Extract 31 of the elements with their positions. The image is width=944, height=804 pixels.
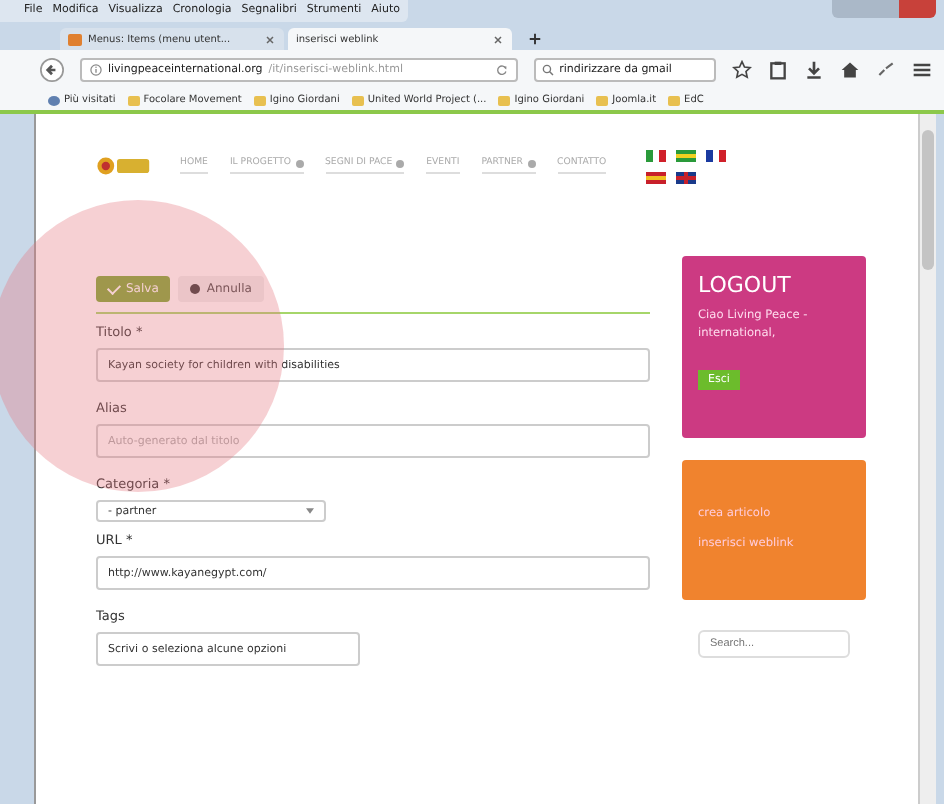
- flag-icon[interactable]: [646, 171, 667, 183]
- panel-title: LOGOUT: [698, 272, 793, 298]
- caret-icon: [306, 508, 314, 514]
- folder-icon: [668, 95, 681, 105]
- folder-icon: [596, 95, 609, 105]
- home-icon[interactable]: [840, 60, 860, 80]
- reload-icon[interactable]: [495, 64, 508, 76]
- star-icon[interactable]: [732, 60, 752, 80]
- flag-icon[interactable]: [706, 149, 727, 161]
- flag-icon[interactable]: [646, 149, 667, 161]
- dropdown-icon: [295, 159, 303, 167]
- logo-icon[interactable]: [96, 154, 152, 178]
- cancel-icon: [190, 284, 201, 294]
- back-icon[interactable]: [40, 58, 64, 82]
- dropdown-icon: [396, 159, 405, 167]
- menu-icon[interactable]: [912, 60, 932, 80]
- clipboard-icon[interactable]: [768, 60, 788, 80]
- close-icon[interactable]: [264, 33, 276, 45]
- close-icon[interactable]: [492, 33, 504, 45]
- search-icon: [541, 64, 554, 76]
- folder-icon: [498, 95, 511, 105]
- folder-icon: [253, 95, 266, 105]
- info-icon[interactable]: [90, 64, 102, 76]
- flag-icon[interactable]: [676, 171, 697, 183]
- folder-icon: [351, 95, 364, 105]
- download-icon[interactable]: [804, 60, 824, 80]
- scrollbar[interactable]: [918, 114, 936, 804]
- folder-icon: [127, 95, 140, 105]
- dropdown-icon: [527, 159, 535, 167]
- new-tab-icon[interactable]: [528, 32, 542, 46]
- favicon-icon: [68, 33, 82, 45]
